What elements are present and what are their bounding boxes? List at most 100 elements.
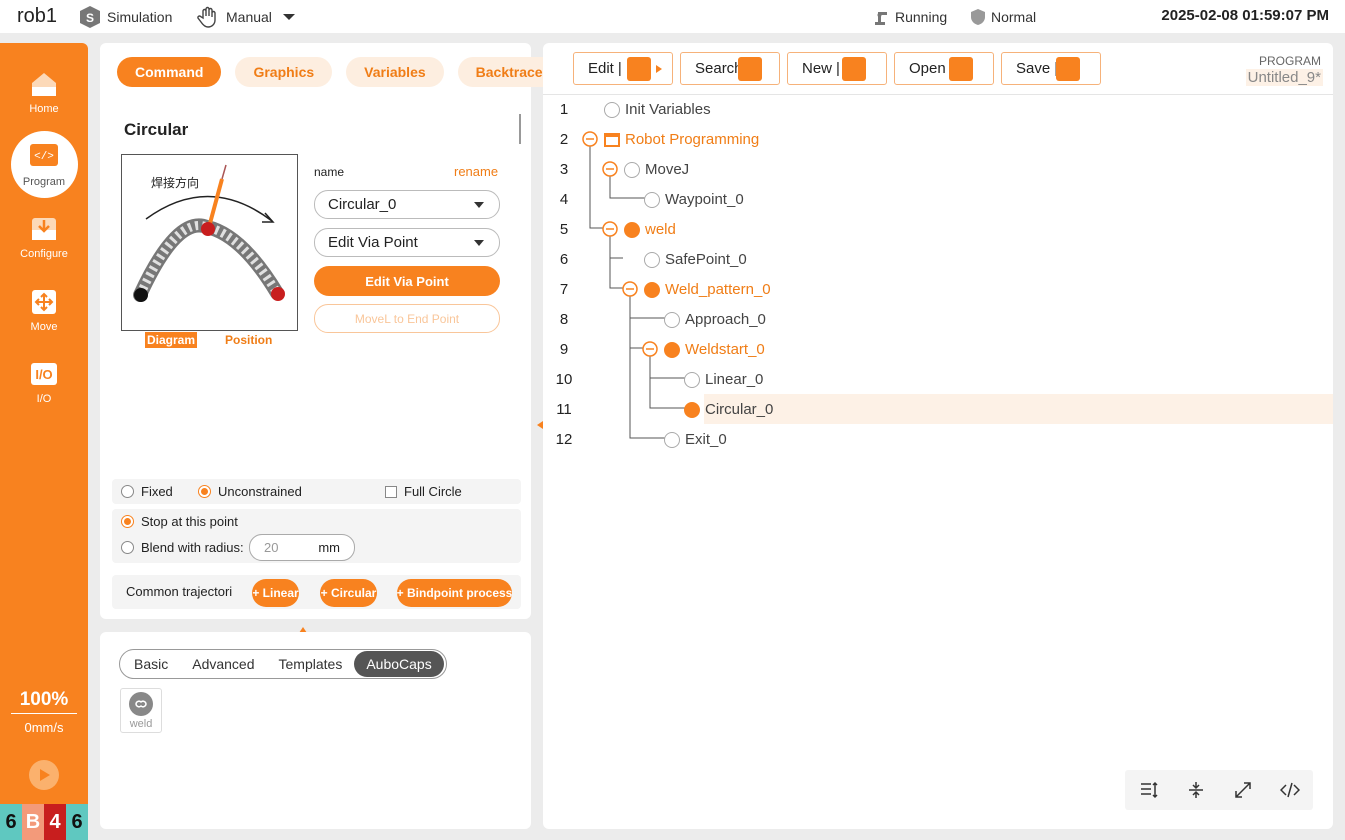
collapse-rows-icon[interactable]: [1180, 774, 1212, 806]
tree-row[interactable]: 10 Linear_0: [543, 364, 1333, 394]
node-icon: [684, 401, 700, 418]
line-number: 4: [559, 191, 569, 208]
play-icon: [40, 769, 50, 781]
constraint-options: Fixed Unconstrained Full Circle: [112, 479, 521, 504]
tab-aubocaps[interactable]: AuboCaps: [354, 651, 444, 677]
speed-percent: 100%: [19, 689, 69, 710]
tree-row-selected[interactable]: 11 Circular_0: [543, 394, 1333, 424]
radio-stop[interactable]: [121, 515, 134, 528]
safety-label: Normal: [991, 8, 1037, 25]
tree-row[interactable]: 1 Init Variables: [543, 94, 1333, 124]
speed-display[interactable]: 100% 0mm/s: [0, 689, 88, 735]
tree-node[interactable]: MoveJ: [624, 161, 689, 178]
tab-command[interactable]: Command: [117, 57, 222, 87]
tree-node[interactable]: Init Variables: [604, 101, 711, 118]
tree-node[interactable]: Weldstart_0: [664, 341, 765, 358]
tree-node[interactable]: SafePoint_0: [644, 251, 747, 268]
tree-node[interactable]: Linear_0: [684, 371, 763, 388]
sidebar-item-label: Move: [30, 321, 58, 333]
status-cells: 6 B 4 6: [0, 804, 88, 840]
node-label: Weldstart_0: [685, 341, 765, 358]
collapse-icon[interactable]: [602, 161, 618, 177]
add-bindpoint-button[interactable]: + Bindpoint process: [397, 579, 512, 607]
diagram-tab[interactable]: Diagram: [145, 332, 198, 348]
blend-radius-input[interactable]: 20 mm: [249, 534, 355, 561]
add-linear-button[interactable]: + Linear: [252, 579, 299, 607]
collapse-icon[interactable]: [602, 221, 618, 237]
tree-row[interactable]: 4 Waypoint_0: [543, 184, 1333, 214]
tree-node[interactable]: Circular_0: [684, 401, 773, 418]
node-icon: [644, 251, 660, 268]
play-button[interactable]: [29, 760, 59, 790]
stop-options: Stop at this point Blend with radius: 20…: [112, 509, 521, 563]
mode-select[interactable]: Edit Via Point: [314, 228, 500, 257]
tree-row[interactable]: 8 Approach_0: [543, 304, 1333, 334]
library-panel: Basic Advanced Templates AuboCaps weld: [100, 632, 531, 829]
simulation-mode[interactable]: S Simulation: [78, 0, 172, 33]
tree-node[interactable]: Waypoint_0: [644, 191, 744, 208]
sidebar-item-configure[interactable]: Configure: [0, 208, 88, 278]
tree-row[interactable]: 7 Weld_pattern_0: [543, 274, 1333, 304]
option-fixed[interactable]: Fixed: [121, 484, 173, 499]
sidebar-item-io[interactable]: I/O I/O: [0, 353, 88, 423]
edit-via-point-button[interactable]: Edit Via Point: [314, 266, 500, 296]
code-view-icon[interactable]: [1274, 774, 1306, 806]
option-blend[interactable]: Blend with radius:: [121, 540, 244, 555]
move-arrows-icon: [29, 287, 59, 317]
node-icon: [664, 341, 680, 358]
line-number: 5: [559, 221, 569, 238]
radio-unconstrained[interactable]: [198, 485, 211, 498]
checkbox-full-circle[interactable]: [385, 485, 397, 498]
radio-fixed[interactable]: [121, 485, 134, 498]
caret-down-icon: [474, 240, 484, 246]
weld-tile[interactable]: weld: [120, 688, 162, 733]
movel-to-end-point-button[interactable]: MoveL to End Point: [314, 304, 500, 333]
tree-node[interactable]: Robot Programming: [604, 131, 759, 148]
tree-node[interactable]: Approach_0: [664, 311, 766, 328]
tree-node[interactable]: weld: [624, 221, 676, 238]
tree-row[interactable]: 9 Weldstart_0: [543, 334, 1333, 364]
rename-link[interactable]: rename: [454, 164, 498, 179]
simulation-label: Simulation: [107, 8, 173, 25]
tree-row[interactable]: 6 SafePoint_0: [543, 244, 1333, 274]
option-stop[interactable]: Stop at this point: [121, 514, 238, 529]
tab-basic[interactable]: Basic: [122, 651, 180, 677]
tab-variables[interactable]: Variables: [346, 57, 444, 87]
collapse-icon[interactable]: [642, 341, 658, 357]
option-full-circle[interactable]: Full Circle: [385, 484, 462, 499]
collapse-icon[interactable]: [582, 131, 598, 147]
line-number: 3: [559, 161, 569, 178]
robot-arm-icon: [875, 11, 887, 25]
status-cell: 4: [44, 804, 66, 840]
fullscreen-icon[interactable]: [1227, 774, 1259, 806]
add-circular-button[interactable]: + Circular: [320, 579, 377, 607]
tree-row[interactable]: 2 Robot Programming: [543, 124, 1333, 154]
caret-down-icon: [474, 202, 484, 208]
sidebar-item-program[interactable]: </> Program: [0, 136, 88, 206]
tree-node[interactable]: Exit_0: [664, 431, 727, 448]
node-icon: [664, 431, 680, 448]
hand-icon: [197, 6, 216, 28]
tab-graphics[interactable]: Graphics: [235, 57, 333, 87]
control-mode-dropdown[interactable]: Manual: [197, 0, 305, 33]
sidebar-item-move[interactable]: Move: [0, 281, 88, 351]
tree-row[interactable]: 3 MoveJ: [543, 154, 1333, 184]
radio-blend[interactable]: [121, 541, 134, 554]
scrollbar[interactable]: [519, 114, 521, 144]
tab-advanced[interactable]: Advanced: [180, 651, 266, 677]
expand-rows-icon[interactable]: [1133, 774, 1165, 806]
line-number: 8: [559, 311, 569, 328]
sidebar-item-home[interactable]: Home: [0, 63, 88, 133]
tree-row[interactable]: 12 Exit_0: [543, 424, 1333, 454]
tree-node[interactable]: Weld_pattern_0: [644, 281, 771, 298]
tab-templates[interactable]: Templates: [267, 651, 355, 677]
position-tab[interactable]: Position: [223, 332, 274, 348]
node-label: Linear_0: [705, 371, 764, 388]
name-select[interactable]: Circular_0: [314, 190, 500, 219]
node-label: SafePoint_0: [665, 251, 747, 268]
run-state-label: Running: [895, 8, 948, 25]
tree-row[interactable]: 5 weld: [543, 214, 1333, 244]
collapse-icon[interactable]: [622, 281, 638, 297]
option-unconstrained[interactable]: Unconstrained: [198, 484, 302, 499]
sidebar-item-label: I/O: [36, 393, 52, 405]
